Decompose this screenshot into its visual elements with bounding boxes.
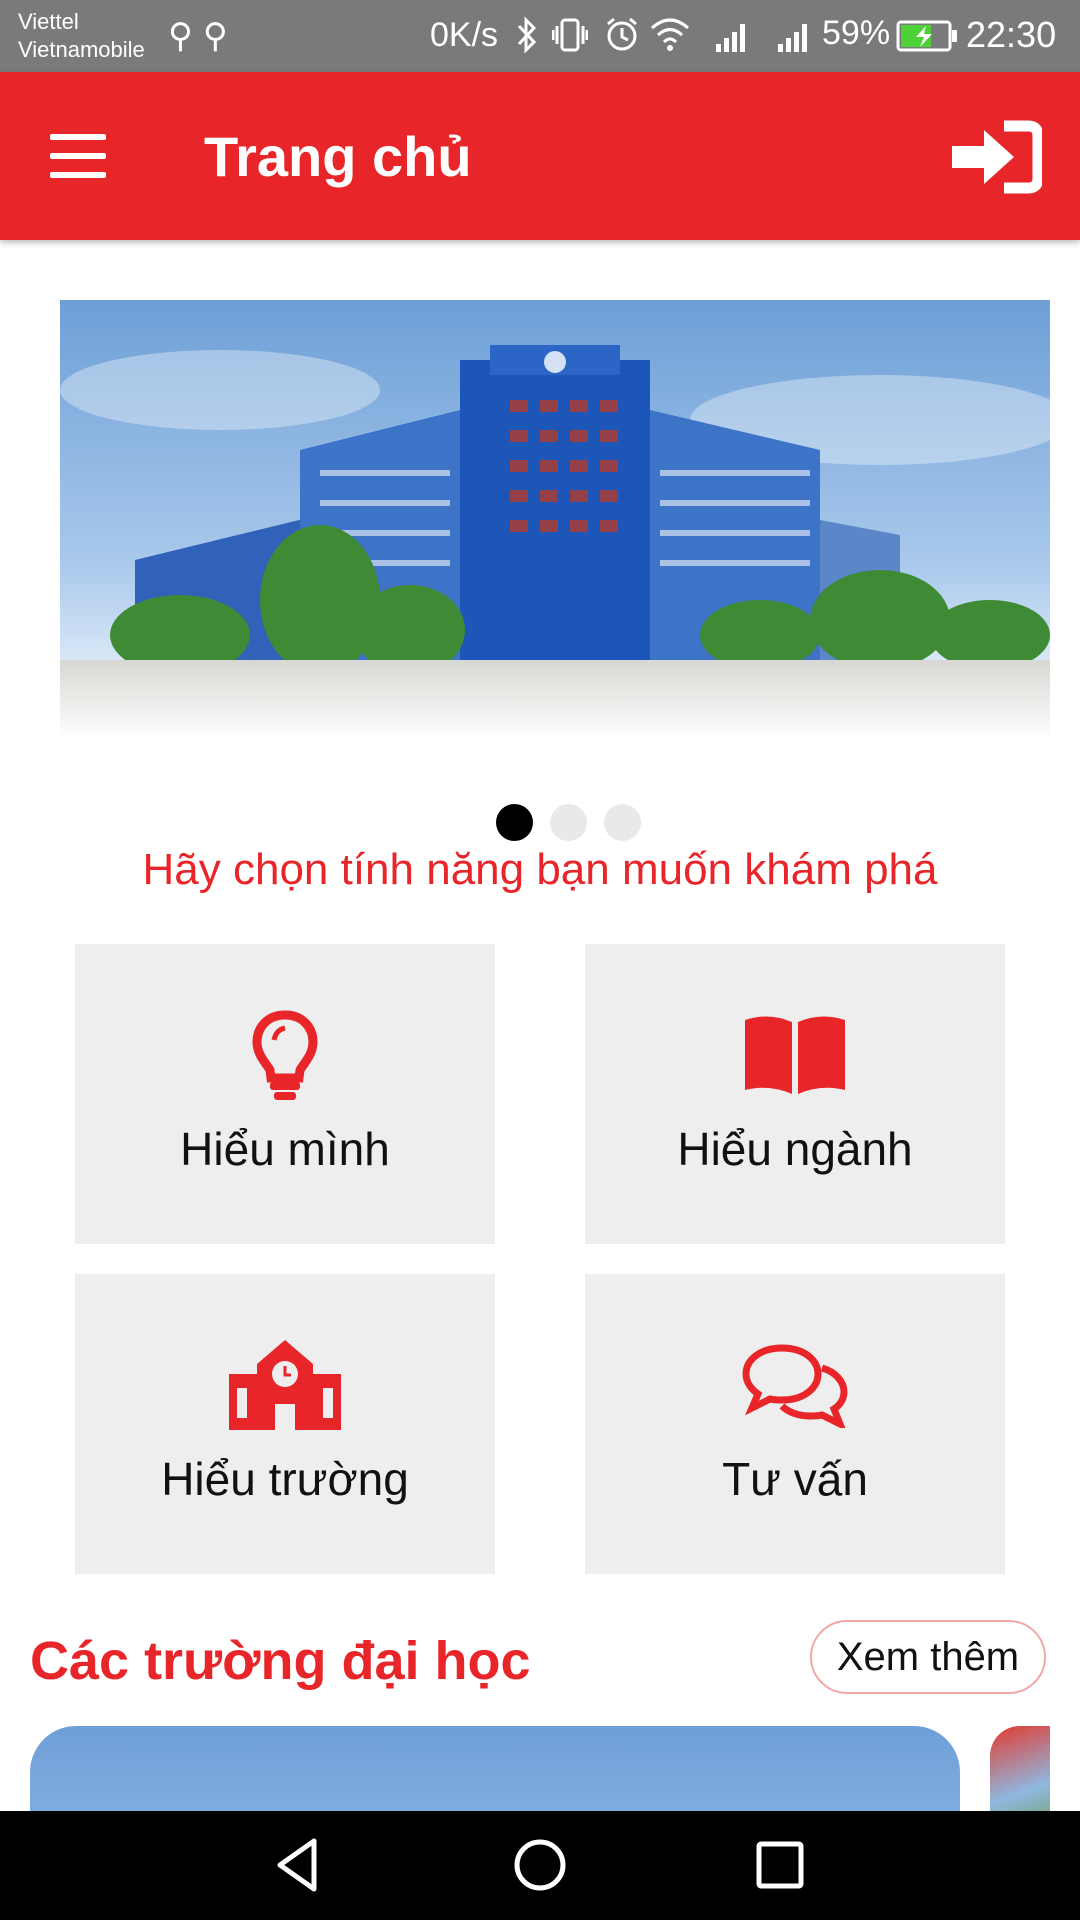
banner-image[interactable] bbox=[60, 300, 1050, 740]
book-icon bbox=[745, 1016, 845, 1094]
carrier-names: Viettel Vietnamobile bbox=[18, 8, 145, 64]
carousel-dot-2[interactable] bbox=[550, 804, 587, 841]
campus-photo bbox=[60, 300, 1050, 740]
battery-percentage: 59% bbox=[822, 14, 891, 52]
chat-bubbles-icon bbox=[742, 1344, 848, 1428]
carrier-2: Vietnamobile bbox=[18, 37, 145, 62]
system-nav-bar bbox=[0, 1811, 1080, 1920]
wifi-icon bbox=[651, 18, 689, 51]
tile-label: Hiểu trường bbox=[161, 1453, 409, 1505]
carousel-dot-1[interactable] bbox=[496, 804, 533, 841]
home-icon[interactable] bbox=[508, 1833, 572, 1897]
tile-hieu-nganh[interactable]: Hiểu ngành bbox=[585, 944, 1005, 1244]
section-title-universities: Các trường đại học bbox=[30, 1631, 531, 1691]
feature-prompt: Hãy chọn tính năng bạn muốn khám phá bbox=[142, 845, 938, 894]
signal-icon bbox=[778, 24, 807, 52]
tile-hieu-minh[interactable]: Hiểu mình bbox=[75, 944, 495, 1244]
app-bar: Trang chủ bbox=[0, 72, 1080, 240]
hamburger-menu-icon[interactable] bbox=[50, 134, 106, 178]
vibrate-icon bbox=[552, 18, 588, 52]
tile-label: Hiểu ngành bbox=[677, 1123, 913, 1175]
bluetooth-icon bbox=[517, 16, 537, 54]
sign-in-icon[interactable] bbox=[950, 120, 1042, 194]
network-speed: 0K/s bbox=[430, 16, 499, 54]
tile-tu-van[interactable]: Tư vấn bbox=[585, 1274, 1005, 1574]
usb-icon: ⚲⚲ bbox=[168, 16, 238, 56]
page-title: Trang chủ bbox=[204, 125, 472, 188]
recent-apps-icon[interactable] bbox=[748, 1833, 812, 1897]
status-bar: Viettel Vietnamobile ⚲⚲ 0K/s 59% 22:30 bbox=[0, 0, 1080, 72]
carousel-dot-3[interactable] bbox=[604, 804, 641, 841]
carrier-1: Viettel bbox=[18, 9, 79, 34]
school-icon bbox=[229, 1340, 341, 1430]
battery-charging-icon bbox=[896, 20, 957, 52]
see-more-button[interactable]: Xem thêm bbox=[810, 1620, 1046, 1694]
tile-hieu-truong[interactable]: Hiểu trường bbox=[75, 1274, 495, 1574]
clock: 22:30 bbox=[966, 14, 1057, 55]
tile-label: Tư vấn bbox=[722, 1453, 868, 1505]
lightbulb-icon bbox=[252, 1010, 318, 1100]
signal-icon bbox=[716, 24, 745, 52]
tile-label: Hiểu mình bbox=[180, 1123, 390, 1175]
alarm-icon bbox=[607, 17, 637, 51]
back-icon[interactable] bbox=[268, 1833, 332, 1897]
